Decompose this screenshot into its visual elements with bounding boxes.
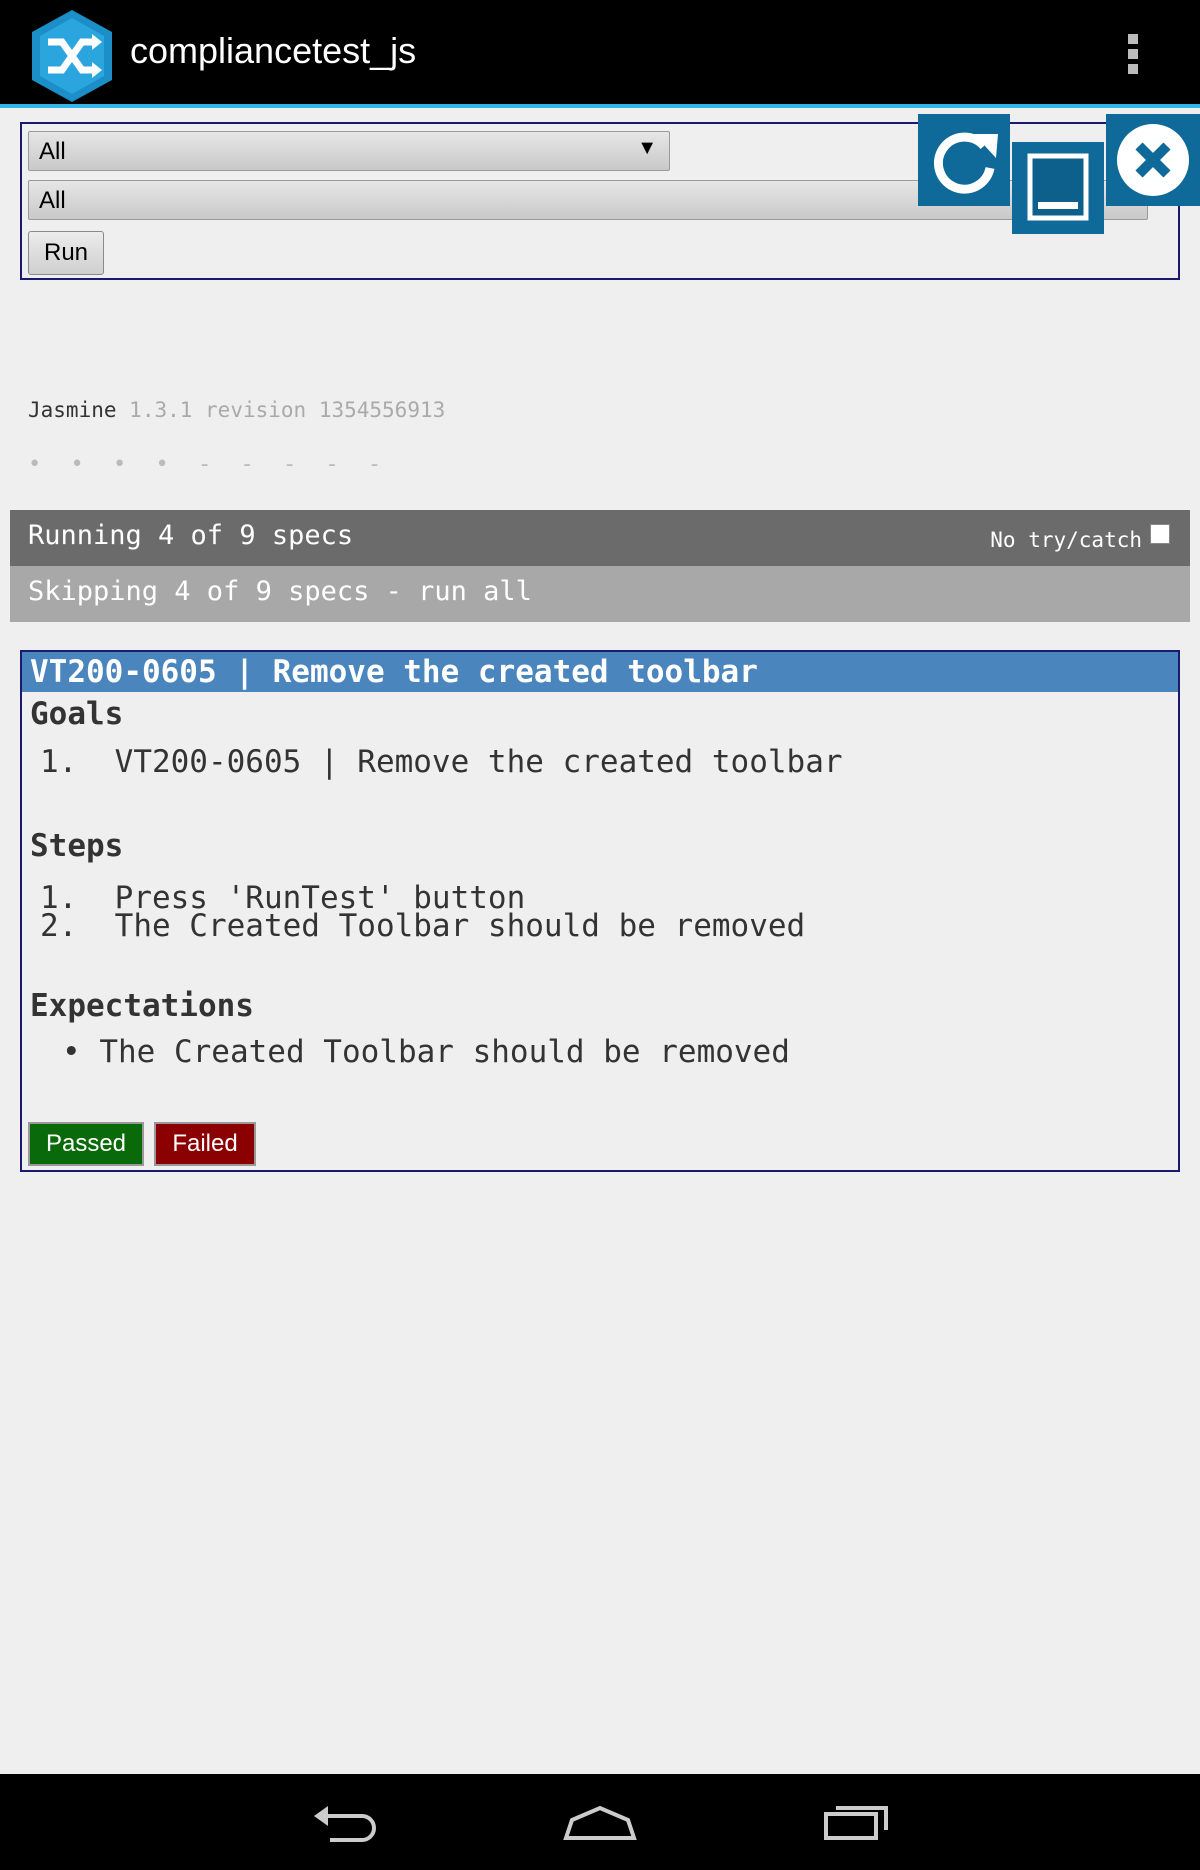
failed-button[interactable]: Failed [154,1122,256,1166]
trycatch-label: No try/catch [990,528,1142,552]
steps-list: 1. Press 'RunTest' button 2. The Created… [40,883,806,944]
close-icon [1117,124,1189,196]
steps-title: Steps [30,828,124,864]
trycatch-option: No try/catch [990,524,1170,552]
refresh-icon [933,132,998,194]
suite-select[interactable]: All ▼ [28,131,670,171]
recents-icon[interactable] [822,1802,892,1846]
jasmine-banner: Jasmine 1.3.1 revision 1354556913 [28,398,445,422]
goals-title: Goals [30,696,124,732]
expectations-list: • The Created Toolbar should be removed [62,1034,790,1070]
suite-select-value: All [39,138,66,165]
jasmine-version: 1.3.1 revision 1354556913 [129,398,446,422]
skipping-text[interactable]: Skipping 4 of 9 specs - run all [28,576,532,607]
skipping-bar[interactable]: Skipping 4 of 9 specs - run all [10,566,1190,622]
minimize-button[interactable] [1012,142,1104,234]
back-icon[interactable] [310,1802,380,1846]
passed-button[interactable]: Passed [28,1122,144,1166]
running-text: Running 4 of 9 specs [28,520,354,551]
spec-select-value: All [39,187,66,214]
running-bar: Running 4 of 9 specs No try/catch [10,510,1190,566]
list-item: 2. The Created Toolbar should be removed [40,908,806,944]
spec-card: VT200-0605 | Remove the created toolbar … [20,650,1180,1172]
list-item: • The Created Toolbar should be removed [62,1034,790,1070]
trycatch-checkbox[interactable] [1150,524,1170,544]
overflow-menu-icon[interactable] [1126,34,1140,76]
action-bar: compliancetest_js [0,0,1200,108]
app-shuffle-icon [26,8,118,104]
spec-header: VT200-0605 | Remove the created toolbar [22,652,1178,692]
expectations-title: Expectations [30,988,254,1024]
home-icon[interactable] [562,1802,638,1846]
refresh-button[interactable] [918,114,1010,206]
close-button[interactable] [1106,114,1200,206]
list-item: 1. VT200-0605 | Remove the created toolb… [40,744,843,780]
dropdown-arrow-icon: ▼ [637,137,657,159]
minimize-icon [1027,153,1089,221]
app-title: compliancetest_js [130,30,417,71]
run-button[interactable]: Run [28,231,104,275]
spec-symbols: • • • • - - - - - [28,452,390,477]
navigation-bar [0,1774,1200,1870]
goals-list: 1. VT200-0605 | Remove the created toolb… [40,744,843,780]
jasmine-name: Jasmine [28,398,117,422]
